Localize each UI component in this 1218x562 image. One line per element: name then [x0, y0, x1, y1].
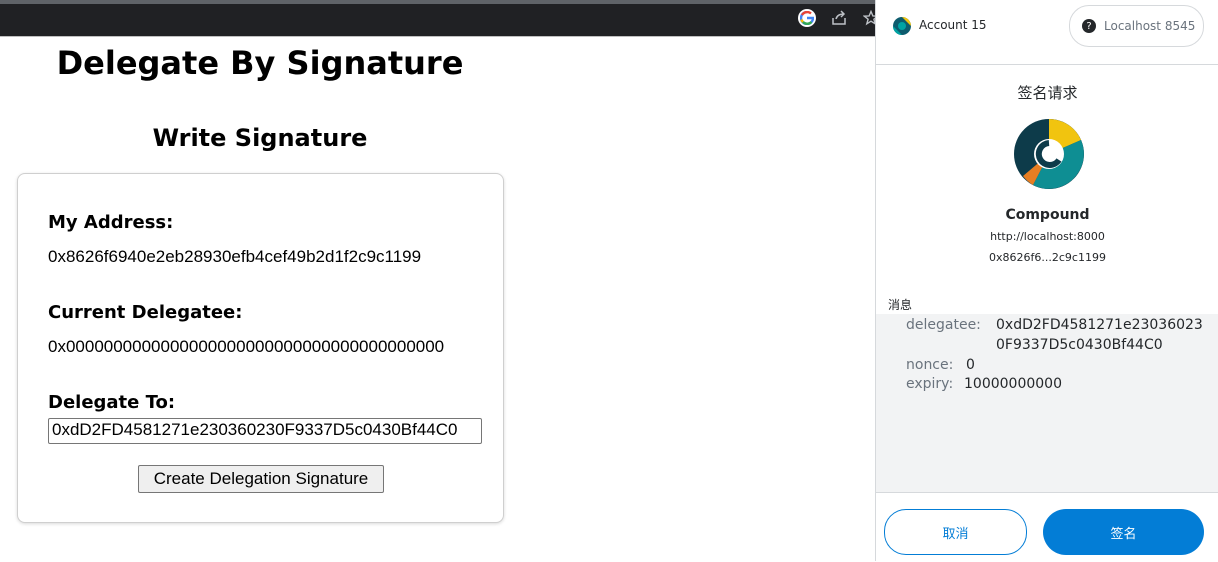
message-box[interactable]: delegatee: 0xdD2FD4581271e23036023 0F933…: [876, 314, 1218, 492]
expiry-value: 10000000000: [964, 376, 1062, 392]
delegatee-value-line2: 0F9337D5c0430Bf44C0: [996, 337, 1163, 353]
delegatee-value-line1: 0xdD2FD4581271e23036023: [996, 317, 1203, 333]
cancel-button[interactable]: 取消: [884, 509, 1027, 555]
my-address-label: My Address:: [48, 212, 174, 233]
network-selector[interactable]: ? Localhost 8545: [1069, 5, 1204, 47]
browser-toolbar-edge: [0, 0, 876, 4]
nonce-value: 0: [966, 357, 975, 373]
current-delegatee-label: Current Delegatee:: [48, 302, 243, 323]
nonce-key: nonce:: [906, 357, 954, 373]
site-address: 0x8626f6...2c9c1199: [989, 251, 1106, 264]
my-address-value: 0x8626f6940e2eb28930efb4cef49b2d1f2c9c11…: [48, 247, 422, 266]
site-url: http://localhost:8000: [990, 230, 1105, 243]
network-name: Localhost 8545: [1104, 19, 1196, 33]
current-delegatee-value: 0x00000000000000000000000000000000000000…: [48, 337, 445, 356]
metamask-signature-popup: Account 15 ? Localhost 8545 签名请求 Compoun…: [875, 0, 1218, 561]
account-icon[interactable]: [893, 17, 911, 35]
google-icon[interactable]: [798, 9, 816, 27]
share-icon[interactable]: [830, 9, 848, 27]
signature-card: My Address: 0x8626f6940e2eb28930efb4cef4…: [17, 173, 504, 523]
delegate-to-input[interactable]: 0xdD2FD4581271e230360230F9337D5c0430Bf44…: [48, 418, 482, 444]
expiry-key: expiry:: [906, 376, 954, 392]
browser-toolbar: [0, 0, 879, 37]
signature-request-title: 签名请求: [1017, 84, 1078, 102]
site-name: Compound: [1005, 207, 1090, 223]
delegatee-key: delegatee:: [906, 317, 981, 333]
sign-button[interactable]: 签名: [1043, 509, 1204, 555]
metamask-header: Account 15 ? Localhost 8545: [876, 0, 1218, 65]
account-name[interactable]: Account 15: [919, 18, 987, 32]
delegate-to-label: Delegate To:: [48, 392, 176, 413]
create-delegation-signature-button[interactable]: Create Delegation Signature: [138, 465, 384, 493]
message-label: 消息: [888, 298, 913, 312]
section-title: Write Signature: [152, 124, 368, 152]
compound-logo: [1013, 118, 1085, 190]
metamask-footer: 取消 签名: [876, 492, 1218, 562]
network-unknown-icon: ?: [1082, 19, 1096, 33]
page-title: Delegate By Signature: [56, 44, 464, 82]
